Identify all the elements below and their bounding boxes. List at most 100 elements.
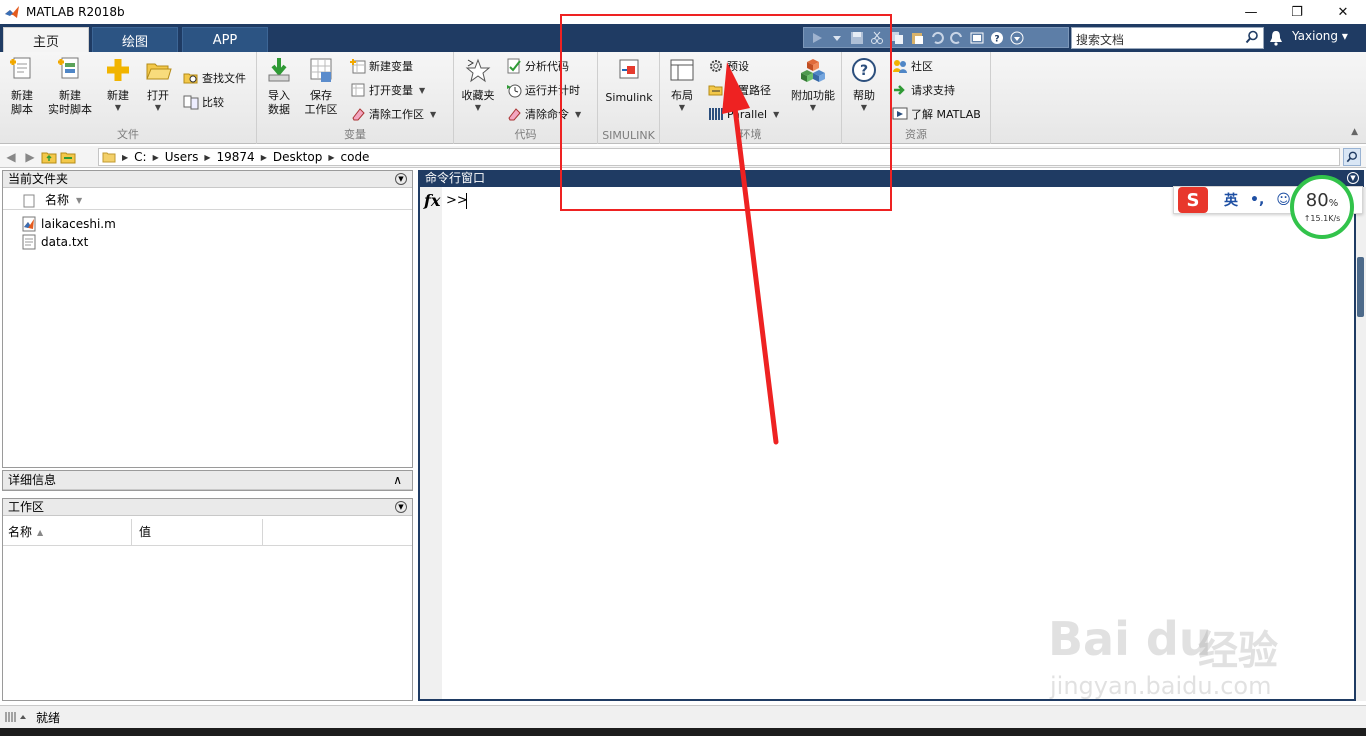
paste-icon[interactable]: [910, 31, 924, 45]
path-search-button[interactable]: [1343, 148, 1361, 166]
file-item[interactable]: laikaceshi.m: [22, 215, 116, 233]
workspace-panel: 工作区 ▼ 名称 ▲ 值: [2, 498, 413, 701]
chevron-down-icon: ▾: [1341, 29, 1348, 43]
file-name: laikaceshi.m: [41, 217, 116, 231]
new-button[interactable]: 新建 ▼: [98, 56, 138, 113]
restore-button[interactable]: ❐: [1274, 0, 1320, 24]
watermark-brand-cn: 经验: [1198, 628, 1278, 674]
path-segment[interactable]: code: [341, 150, 370, 164]
chevron-down-icon: ▼: [154, 103, 162, 112]
learn-matlab-button[interactable]: 了解 MATLAB: [892, 104, 981, 124]
column-name-label[interactable]: 名称: [8, 519, 32, 546]
new-live-script-button[interactable]: 新建 实时脚本: [48, 56, 92, 117]
switch-windows-icon[interactable]: [970, 31, 984, 45]
copy-icon[interactable]: [890, 31, 904, 45]
sogou-logo-icon[interactable]: S: [1178, 187, 1208, 213]
path-separator-icon: ▶: [260, 152, 267, 162]
learn-matlab-label: 了解 MATLAB: [911, 108, 981, 121]
compare-button[interactable]: 比较: [183, 92, 224, 112]
workspace-header: 工作区 ▼: [3, 499, 412, 516]
chevron-down-icon: ▼: [114, 103, 122, 112]
ime-punctuation-toggle[interactable]: •,: [1250, 192, 1264, 208]
chevron-down-icon: ▼: [474, 103, 482, 112]
function-browser-icon[interactable]: fx: [424, 191, 440, 210]
path-segment[interactable]: C:: [134, 150, 146, 164]
search-icon[interactable]: [1245, 30, 1259, 44]
file-item[interactable]: data.txt: [22, 233, 88, 251]
workspace-column-headers: 名称 ▲ 值: [3, 519, 412, 546]
import-data-label: 导入 数据: [268, 89, 290, 116]
customize-toolbar-icon[interactable]: [1010, 31, 1024, 45]
request-support-button[interactable]: 请求支持: [892, 80, 955, 100]
forward-arrow-icon[interactable]: ▶: [22, 149, 38, 165]
open-label: 打开: [147, 89, 169, 102]
group-file-label: 文件: [117, 128, 139, 141]
new-script-icon: [10, 57, 31, 79]
path-segment[interactable]: Desktop: [273, 150, 323, 164]
favorites-button[interactable]: 收藏夹 ▼: [458, 56, 498, 113]
tab-home[interactable]: 主页: [3, 27, 89, 52]
sort-up-icon: ▲: [37, 528, 44, 537]
redo-icon[interactable]: [950, 31, 964, 45]
tab-apps[interactable]: APP: [182, 27, 268, 52]
notification-bell-icon[interactable]: [1269, 30, 1283, 46]
open-button[interactable]: 打开 ▼: [138, 56, 178, 113]
find-files-button[interactable]: 查找文件: [183, 68, 246, 88]
vertical-scrollbar[interactable]: [1356, 187, 1366, 701]
tab-plots[interactable]: 绘图: [92, 27, 178, 52]
scrollbar-thumb[interactable]: [1357, 257, 1364, 317]
clear-workspace-button[interactable]: 清除工作区 ▼: [350, 104, 436, 124]
save-workspace-button[interactable]: 保存 工作区: [301, 56, 341, 117]
learn-matlab-icon: [892, 107, 908, 120]
panel-menu-icon[interactable]: ▼: [395, 501, 407, 513]
baidu-watermark: Bai du 经验 jingyan.baidu.com: [1048, 590, 1308, 710]
current-folder-title: 当前文件夹: [8, 172, 69, 186]
open-variable-icon: [351, 83, 365, 97]
details-panel[interactable]: 详细信息 ∧: [2, 470, 413, 491]
request-support-icon: [894, 85, 905, 95]
column-header-name[interactable]: 名称 ▼: [3, 191, 412, 210]
chevron-up-icon[interactable]: ∧: [393, 471, 402, 490]
back-arrow-icon[interactable]: ◀: [3, 149, 19, 165]
save-workspace-label: 保存 工作区: [304, 89, 338, 116]
browse-folder-icon[interactable]: [60, 149, 76, 165]
minimize-button[interactable]: —: [1228, 0, 1274, 24]
details-header: 详细信息 ∧: [3, 471, 412, 490]
matlab-logo-icon: [5, 6, 19, 18]
close-button[interactable]: ✕: [1320, 0, 1366, 24]
import-data-button[interactable]: 导入 数据: [259, 56, 299, 117]
open-variable-button[interactable]: 打开变量 ▼: [350, 80, 425, 100]
community-label: 社区: [911, 60, 933, 73]
search-placeholder: 搜索文档: [1076, 33, 1125, 47]
column-value-label[interactable]: 值: [139, 519, 151, 546]
new-script-button[interactable]: 新建 脚本: [2, 56, 42, 117]
path-segment[interactable]: Users: [165, 150, 199, 164]
documentation-search-input[interactable]: 搜索文档: [1071, 27, 1264, 49]
details-title: 详细信息: [8, 473, 57, 487]
collapse-ribbon-icon[interactable]: ▲: [1351, 127, 1358, 137]
upload-rate: ↑15.1K/s: [1303, 214, 1341, 223]
community-button[interactable]: 社区: [892, 56, 933, 76]
chevron-down-icon: ▼: [430, 109, 437, 119]
emoji-icon[interactable]: ☺: [1276, 192, 1291, 208]
path-segment[interactable]: 19874: [217, 150, 255, 164]
workspace-title: 工作区: [8, 500, 45, 514]
new-variable-button[interactable]: 新建变量: [350, 56, 413, 76]
user-name: Yaxiong: [1292, 29, 1339, 43]
help-icon[interactable]: ?: [990, 31, 1004, 45]
network-speed-widget[interactable]: 80% ↑15.1K/s: [1290, 175, 1354, 239]
current-folder-header: 当前文件夹 ▼: [3, 171, 412, 188]
folder-icon: [102, 152, 116, 163]
up-folder-icon[interactable]: [41, 149, 57, 165]
user-menu[interactable]: Yaxiong ▾: [1292, 29, 1348, 43]
undo-icon[interactable]: [930, 31, 944, 45]
group-variable: 导入 数据 保存 工作区 新建变量 打开变量 ▼ 清除工作区 ▼ 变量: [257, 52, 454, 144]
path-separator-icon: ▶: [152, 152, 159, 162]
new-label: 新建: [107, 89, 129, 102]
open-variable-label: 打开变量: [369, 84, 413, 97]
panel-menu-icon[interactable]: ▼: [1347, 172, 1359, 184]
panel-menu-icon[interactable]: ▼: [395, 173, 407, 185]
ime-language-toggle[interactable]: 英: [1224, 190, 1238, 210]
command-gutter: [420, 187, 442, 699]
text-file-icon: [22, 234, 36, 250]
